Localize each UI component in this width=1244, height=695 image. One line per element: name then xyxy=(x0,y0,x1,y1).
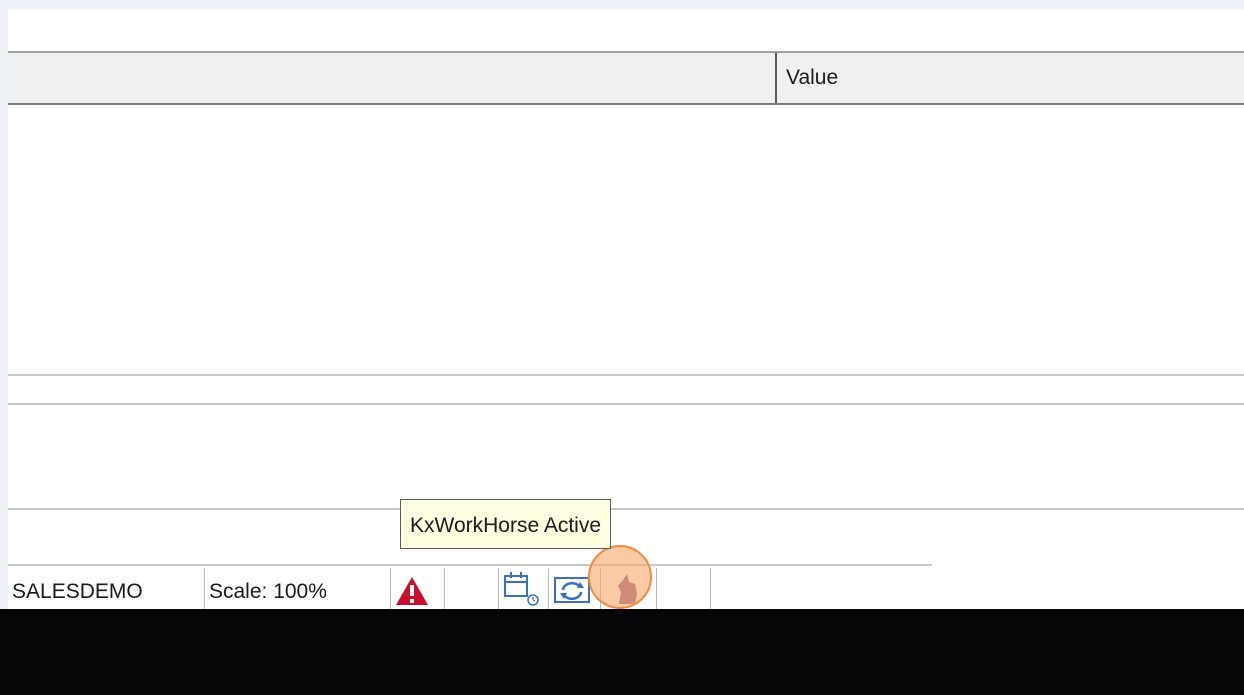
grid-body[interactable] xyxy=(8,105,1244,372)
status-scheduler-cell[interactable] xyxy=(498,568,548,609)
status-bar-border xyxy=(8,564,932,566)
status-empty-cell-3 xyxy=(710,568,932,609)
status-empty-cell-2 xyxy=(656,568,702,609)
tooltip: KxWorkHorse Active xyxy=(400,499,611,549)
panel-separator-3 xyxy=(8,508,1244,510)
details-panel xyxy=(8,405,1244,508)
column-header-value[interactable]: Value xyxy=(786,53,838,103)
click-indicator xyxy=(588,545,652,609)
calendar-clock-icon xyxy=(504,572,539,606)
status-warning-cell[interactable] xyxy=(390,568,444,609)
status-scale-label: Scale: 100% xyxy=(209,580,327,603)
grid-header: Value xyxy=(8,51,1244,105)
status-scale[interactable]: Scale: 100% xyxy=(204,568,390,609)
app-window: Value SALESDEMO Scale: 100% xyxy=(8,9,1244,609)
warning-icon xyxy=(396,577,428,605)
column-divider[interactable] xyxy=(775,53,777,103)
tooltip-text: KxWorkHorse Active xyxy=(410,514,601,537)
panel-separator-1 xyxy=(8,374,1244,376)
status-database-label: SALESDEMO xyxy=(12,580,143,603)
screen-bottom-band xyxy=(0,609,1244,695)
status-database: SALESDEMO xyxy=(8,568,204,609)
top-area xyxy=(8,9,1244,51)
column-header-name[interactable] xyxy=(8,53,775,103)
status-empty-cell-1 xyxy=(444,568,498,609)
